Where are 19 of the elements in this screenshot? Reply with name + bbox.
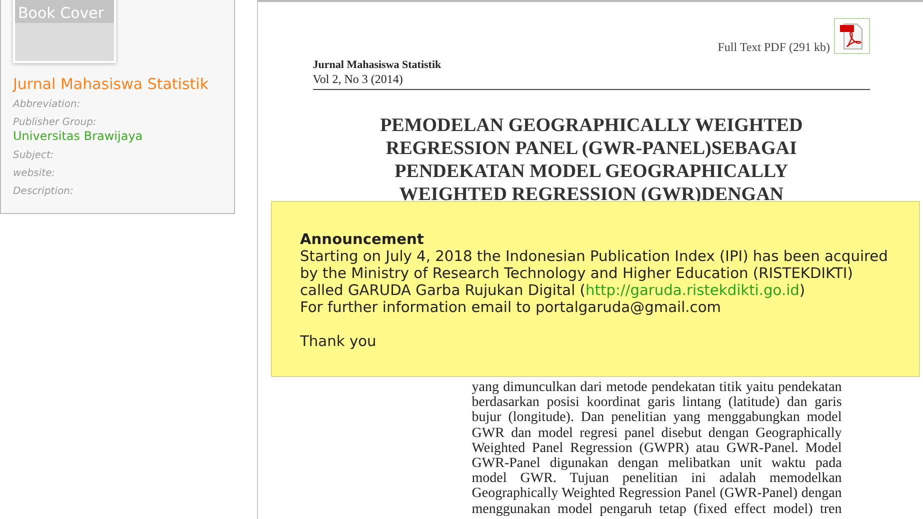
field-label: Publisher Group: <box>13 117 98 128</box>
announcement-text: Thank you <box>300 333 378 350</box>
pdf-link[interactable]: Full Text PDF (291 kb) <box>718 40 830 54</box>
field-label: Subject: <box>13 150 55 161</box>
garuda-link[interactable]: http://garuda.ristekdikti.go.id <box>586 282 800 299</box>
journal-name: Jurnal Mahasiswa Statistik <box>312 59 442 71</box>
announcement-text: Starting on July 4, 2018 the Indonesian Publication Index (IPI) has been acquired by the Ministry of Research Technology and Higher Education (RISTEKDIKTI) called GARUDA Garba Rujukan Digital (http://garuda.ristekdikti.go.id) <box>300 248 889 299</box>
issue-info: Vol 2, No 3 (2014) <box>312 72 404 87</box>
field-label: Description: <box>13 186 74 197</box>
cover-label: Book Cover <box>15 0 114 23</box>
article-title: PEMODELAN GEOGRAPHICALLY WEIGHTED REGRESSION PANEL (GWR-PANEL)SEBAGAI PENDEKATAN MODEL GEOGRAPHICALLY WEIGHTED REGRESSION (GWR)DENGAN <box>379 114 804 206</box>
announcement-title: Announcement <box>300 231 425 248</box>
pdf-file-icon[interactable] <box>834 18 870 54</box>
field-label: Abbreviation: <box>13 99 82 110</box>
publisher-link[interactable]: Universitas Brawijaya <box>13 129 234 143</box>
abstract-text: yang dimunculkan dari metode pendekatan titik yaitu pendekatan berdasarkan posisi koordinat garis lintang (latitude) dan garis bujur (longitude). Dan penelitian yang menggabungkan model GWR dan model regresi panel disebut dengan Geographically Weighted Panel Regression (GWPR) atau GWR-Panel. Model GWR-Panel digunakan dengan melibatkan unit waktu pada model GWR. Tujuan penelitian ini adalah memodelkan Geographically Weighted Regression Panel (GWR-Panel) dengan menggunakan model pengaruh tetap (fixed effect model) tren <box>472 380 842 517</box>
journal-title: Jurnal Mahasiswa Statistik <box>13 75 210 93</box>
field-label: website: <box>13 168 56 179</box>
announcement-text: For further information email to portalgaruda@gmail.com <box>300 299 722 316</box>
